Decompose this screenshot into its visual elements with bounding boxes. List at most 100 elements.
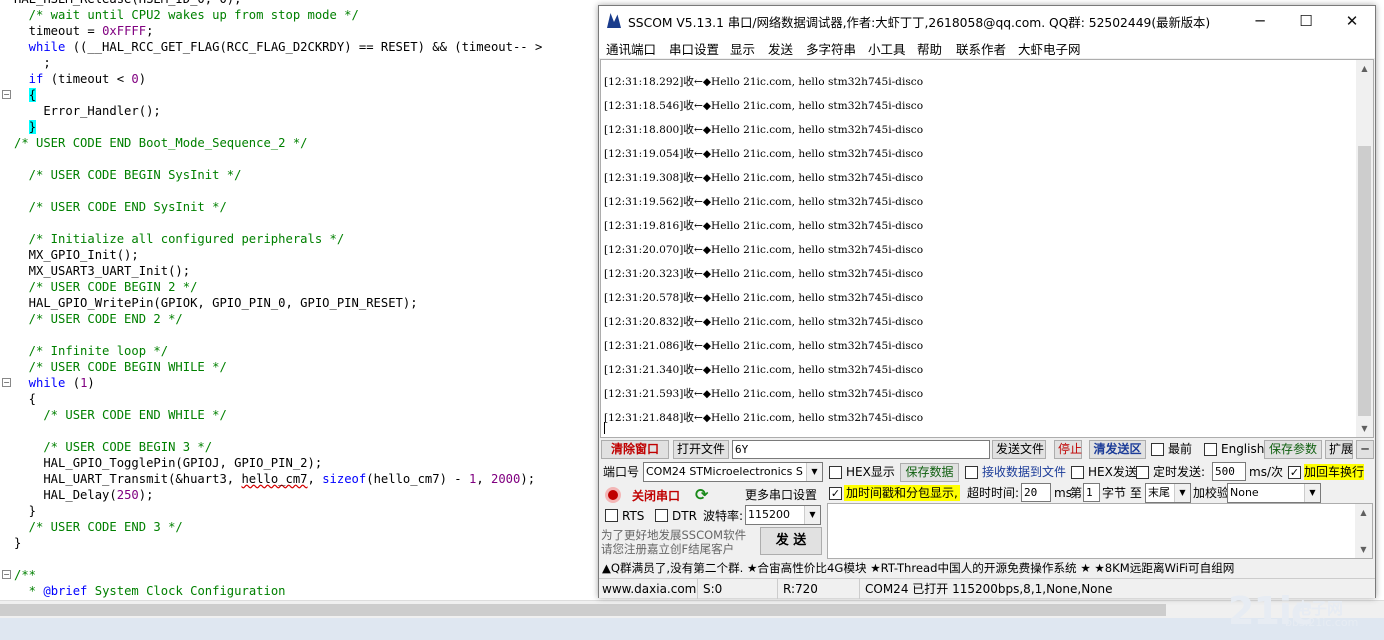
send-vertical-scrollbar[interactable]: ▲ ▼ — [1355, 504, 1372, 558]
send-text-area[interactable]: ▲ ▼ — [827, 503, 1373, 559]
code-token: /** — [14, 568, 37, 582]
code-line[interactable]: } — [14, 119, 37, 135]
receive-area[interactable]: [12:31:18.292]收←◆Hello 21ic.com, hello s… — [600, 59, 1374, 438]
code-line[interactable]: Error_Handler(); — [14, 103, 160, 119]
code-line[interactable]: /* wait until CPU2 wakes up from stop mo… — [14, 7, 359, 23]
close-port-button[interactable]: 关闭串口 — [632, 488, 680, 504]
receive-line: [12:31:19.562]收←◆Hello 21ic.com, hello s… — [604, 196, 924, 208]
timeout-input[interactable]: 20 — [1021, 483, 1051, 502]
code-line[interactable]: /* Initialize all configured peripherals… — [14, 231, 345, 247]
status-site[interactable]: www.daxia.com — [599, 579, 698, 599]
menu-daxia-site[interactable]: 大虾电子网 — [1018, 39, 1081, 58]
code-editor[interactable]: − − − HAL_HSEM_Release(HSEM_ID_0, 0); /*… — [0, 0, 600, 600]
code-line[interactable]: } — [14, 535, 21, 551]
expand-button[interactable]: 扩展 — [1325, 440, 1353, 459]
maximize-button[interactable]: ☐ — [1283, 6, 1329, 36]
code-line[interactable]: /* USER CODE BEGIN SysInit */ — [14, 167, 242, 183]
code-token: /* USER CODE BEGIN SysInit */ — [14, 168, 242, 182]
open-file-button[interactable]: 打开文件 — [673, 440, 729, 459]
code-line[interactable]: MX_GPIO_Init(); — [14, 247, 139, 263]
menu-tools[interactable]: 小工具 — [868, 39, 906, 58]
timed-send-checkbox[interactable] — [1136, 466, 1149, 479]
fold-toggle-icon[interactable]: − — [2, 570, 11, 579]
code-line[interactable]: { — [14, 391, 36, 407]
timestamp-checkbox[interactable]: ✓ — [829, 487, 842, 500]
scrollbar-thumb[interactable] — [1358, 146, 1371, 416]
topmost-checkbox[interactable] — [1151, 443, 1164, 456]
editor-horizontal-scrollbar[interactable] — [0, 600, 1384, 618]
port-select[interactable]: COM24 STMicroelectronics S ▼ — [643, 462, 823, 482]
collapse-button[interactable]: ─ — [1356, 440, 1374, 459]
code-line[interactable]: HAL_GPIO_TogglePin(GPIOJ, GPIO_PIN_2); — [14, 455, 322, 471]
recv-to-file-checkbox[interactable] — [965, 466, 978, 479]
scroll-down-icon[interactable]: ▼ — [1356, 420, 1373, 437]
fold-toggle-icon[interactable]: − — [2, 90, 11, 99]
menu-multi-string[interactable]: 多字符串 — [806, 39, 856, 58]
code-line[interactable]: /* USER CODE BEGIN 2 */ — [14, 279, 198, 295]
menu-help[interactable]: 帮助 — [917, 39, 942, 58]
code-line[interactable]: while (1) — [14, 375, 95, 391]
hex-display-checkbox[interactable] — [829, 466, 842, 479]
scroll-up-icon[interactable]: ▲ — [1355, 504, 1372, 521]
minimize-button[interactable]: ─ — [1237, 6, 1283, 36]
menu-send[interactable]: 发送 — [768, 39, 793, 58]
refresh-icon[interactable]: ⟳ — [695, 486, 711, 503]
file-path-input[interactable]: 6Y — [732, 440, 990, 459]
hex-send-checkbox[interactable] — [1071, 466, 1084, 479]
english-checkbox[interactable] — [1204, 443, 1217, 456]
code-line[interactable]: /* USER CODE END WHILE */ — [14, 407, 226, 423]
recv-to-file-label[interactable]: 接收数据到文件 — [982, 464, 1066, 480]
more-port-settings-button[interactable]: 更多串口设置 — [745, 487, 817, 503]
save-params-button[interactable]: 保存参数 — [1264, 440, 1322, 459]
menu-display[interactable]: 显示 — [730, 39, 755, 58]
nth-input[interactable]: 1 — [1083, 483, 1100, 502]
scroll-down-icon[interactable]: ▼ — [1355, 541, 1372, 558]
code-line[interactable]: timeout = 0xFFFF; — [14, 23, 154, 39]
dtr-checkbox[interactable] — [655, 509, 668, 522]
timed-send-input[interactable]: 500 — [1212, 462, 1246, 481]
menu-serial-settings[interactable]: 串口设置 — [669, 39, 719, 58]
title-bar[interactable]: SSCOM V5.13.1 串口/网络数据调试器,作者:大虾丁丁,2618058… — [599, 6, 1375, 36]
rts-checkbox[interactable] — [605, 509, 618, 522]
scrollbar-thumb[interactable] — [0, 604, 1166, 616]
code-line[interactable]: /* Infinite loop */ — [14, 343, 168, 359]
stop-button[interactable]: 停止 — [1054, 440, 1082, 459]
clear-send-button[interactable]: 清发送区 — [1089, 440, 1146, 459]
code-line[interactable]: /* USER CODE BEGIN 3 */ — [14, 439, 212, 455]
code-line[interactable]: ; — [14, 55, 50, 71]
code-line[interactable]: if (timeout < 0) — [14, 71, 146, 87]
code-token: while — [14, 40, 66, 54]
code-line[interactable]: } — [14, 503, 36, 519]
code-line[interactable]: { — [14, 87, 37, 103]
code-token: ) — [138, 72, 147, 86]
send-file-button[interactable]: 发送文件 — [992, 440, 1046, 459]
code-line[interactable]: HAL_UART_Transmit(&huart3, hello_cm7, si… — [14, 471, 535, 487]
code-line[interactable]: HAL_GPIO_WritePin(GPIOK, GPIO_PIN_0, GPI… — [14, 295, 418, 311]
promo-line-2[interactable]: 请您注册嘉立创F结尾客户 — [601, 541, 734, 557]
code-line[interactable]: MX_USART3_UART_Init(); — [14, 263, 190, 279]
code-line[interactable]: HAL_Delay(250); — [14, 487, 153, 503]
baud-select[interactable]: 115200 ▼ — [745, 505, 821, 525]
save-data-button[interactable]: 保存数据 — [900, 463, 959, 482]
code-line[interactable]: * @brief System Clock Configuration — [14, 583, 286, 599]
code-line[interactable]: /* USER CODE END 3 */ — [14, 519, 183, 535]
news-ticker[interactable]: ▲Q群满员了,没有第二个群. ★合宙高性价比4G模块 ★RT-Thread中国人… — [599, 559, 1375, 577]
menu-contact-author[interactable]: 联系作者 — [956, 39, 1006, 58]
code-line[interactable]: /* USER CODE END 2 */ — [14, 311, 183, 327]
code-line[interactable]: HAL_HSEM_Release(HSEM_ID_0, 0); — [14, 0, 241, 7]
clear-window-button[interactable]: 清除窗口 — [601, 440, 669, 459]
code-line[interactable]: /* USER CODE END Boot_Mode_Sequence_2 */ — [14, 135, 308, 151]
end-select[interactable]: 末尾 ▼ — [1145, 483, 1191, 503]
code-line[interactable]: while ((__HAL_RCC_GET_FLAG(RCC_FLAG_D2CK… — [14, 39, 550, 55]
checksum-select[interactable]: None ▼ — [1227, 483, 1321, 503]
close-button[interactable]: ✕ — [1329, 6, 1375, 36]
code-line[interactable]: /* USER CODE END SysInit */ — [14, 199, 227, 215]
code-line[interactable]: /** — [14, 567, 36, 583]
add-crlf-checkbox[interactable]: ✓ — [1288, 466, 1301, 479]
code-line[interactable]: /* USER CODE BEGIN WHILE */ — [14, 359, 227, 375]
receive-vertical-scrollbar[interactable]: ▲ ▼ — [1356, 60, 1373, 437]
send-button[interactable]: 发 送 — [760, 527, 822, 555]
fold-toggle-icon[interactable]: − — [2, 378, 11, 387]
menu-comm-port[interactable]: 通讯端口 — [606, 39, 656, 58]
scroll-up-icon[interactable]: ▲ — [1356, 60, 1373, 77]
